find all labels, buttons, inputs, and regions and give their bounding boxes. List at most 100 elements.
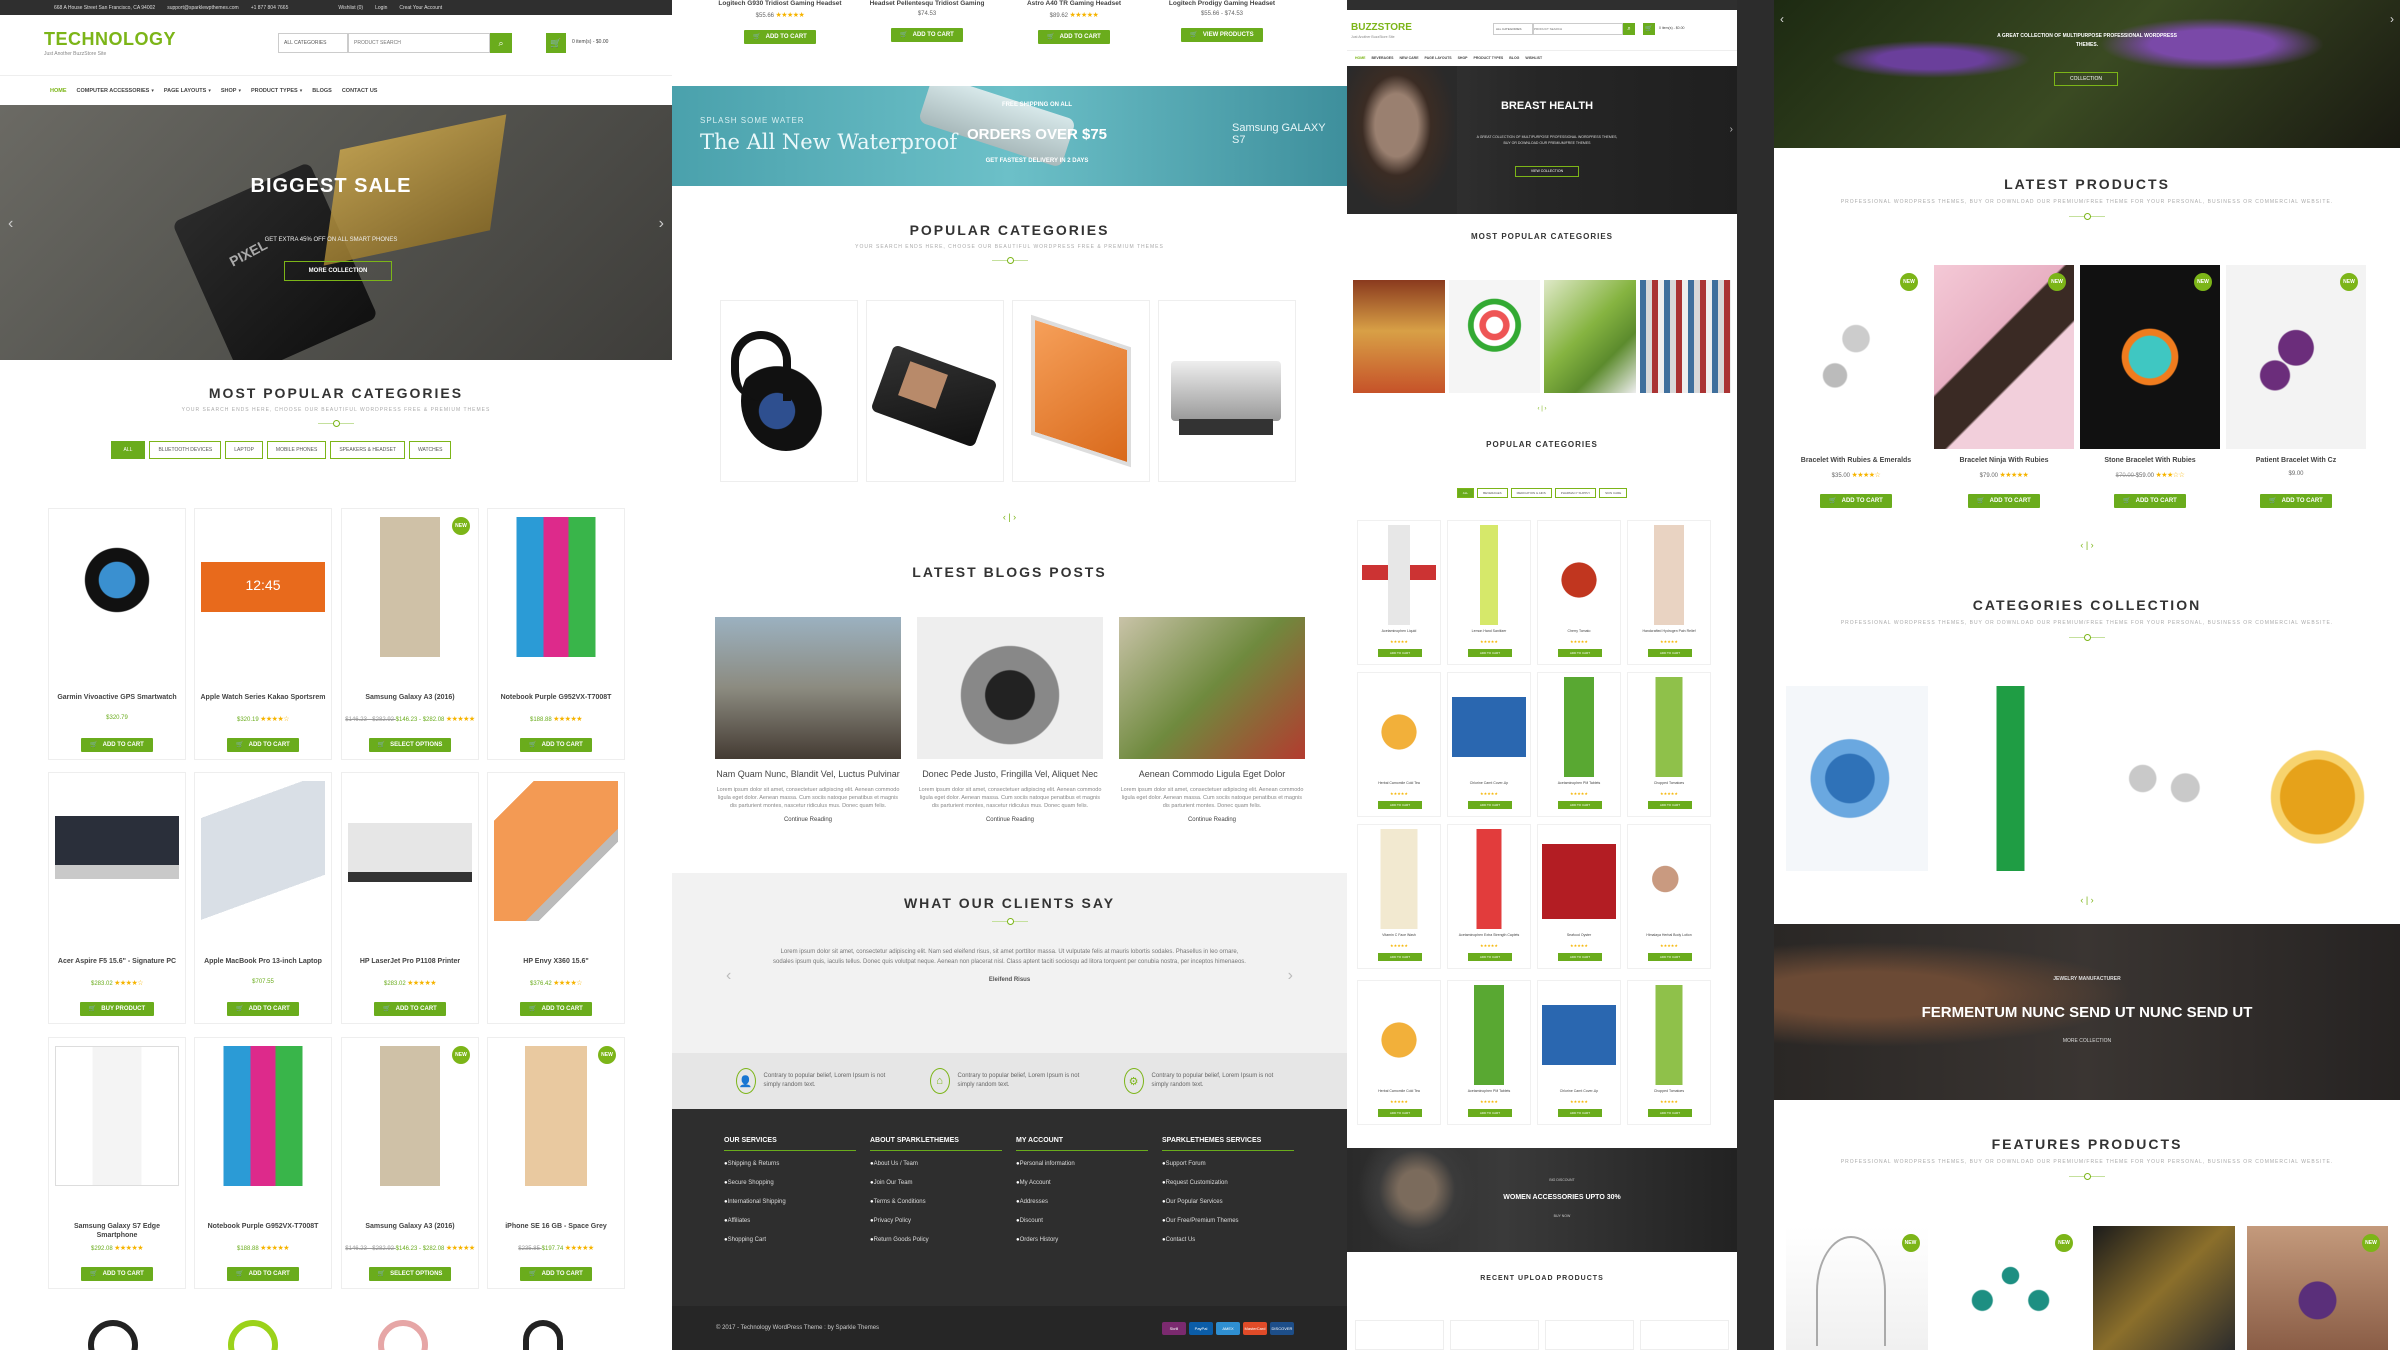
product-card[interactable]: Notebook Purple G952VX-T7008T $188.88 ★★★…	[487, 508, 625, 760]
product-name[interactable]: Handcrafted Hydrogen Pain Relief	[1630, 629, 1708, 634]
product-name[interactable]: Notebook Purple G952VX-T7008T	[492, 693, 620, 702]
footer-link[interactable]: Secure Shopping	[724, 1180, 856, 1186]
add-to-cart-button[interactable]: ADD TO CART	[1648, 801, 1692, 809]
footer-link[interactable]: Affiliates	[724, 1218, 856, 1224]
product-card[interactable]: Acetaminophen PM Tablets ★★★★★ ADD TO CART	[1537, 672, 1621, 817]
footer-link[interactable]: Request Customization	[1162, 1180, 1294, 1186]
footer-link[interactable]: Return Goods Policy	[870, 1237, 1002, 1243]
search-button[interactable]: ⌕	[490, 33, 512, 53]
product-image[interactable]	[1452, 829, 1526, 929]
product-name[interactable]: Astro A40 TR Gaming Headset	[1009, 0, 1139, 8]
product-name[interactable]: Stone Bracelet With Rubies	[2080, 457, 2220, 464]
tab-mobile[interactable]: MOBILE PHONES	[266, 441, 327, 459]
product-name[interactable]: Chlorine Carnt Cover-Up	[1450, 781, 1528, 786]
blog-title[interactable]: Aenean Commodo Ligula Eget Dolor	[1119, 769, 1305, 780]
product-name[interactable]: Lemon Hand Sanitizer	[1450, 629, 1528, 634]
cart-icon[interactable]: 🛒	[1643, 23, 1655, 35]
product-name[interactable]: Herbal Camomile Cold Tea	[1360, 781, 1438, 786]
blog-title[interactable]: Donec Pede Justo, Fringilla Vel, Aliquet…	[917, 769, 1103, 780]
category-select[interactable]: ALL CATEGORIES	[278, 33, 348, 53]
nav-product-types[interactable]: PRODUCT TYPES	[251, 88, 298, 94]
add-to-cart-button[interactable]: ADD TO CART	[195, 997, 331, 1016]
category-tab[interactable]: SKIN CARE	[1599, 488, 1628, 498]
product-image[interactable]	[1542, 525, 1616, 625]
footer-link[interactable]: Privacy Policy	[870, 1218, 1002, 1224]
footer-link[interactable]: Our Popular Services	[1162, 1199, 1294, 1205]
add-to-cart-button[interactable]: ADD TO CART	[1648, 1109, 1692, 1117]
product-name[interactable]: Acer Aspire F5 15.6" - Signature PC	[53, 957, 181, 966]
add-to-cart-button[interactable]: ADD TO CART	[1558, 1109, 1602, 1117]
product-card[interactable]	[1450, 1320, 1539, 1350]
product-image[interactable]	[1452, 985, 1526, 1085]
product-card[interactable]: Headset Pellentesqu Tridiost Gaming $74.5…	[862, 0, 992, 42]
category-tab[interactable]: PHARMACY SUPPLY	[1554, 488, 1597, 498]
category-laptop[interactable]	[1012, 300, 1150, 482]
hero-button[interactable]: COLLECTION	[2054, 72, 2118, 86]
product-image[interactable]	[1542, 829, 1616, 929]
add-to-cart-button[interactable]: ADD TO CART	[1468, 1109, 1512, 1117]
add-to-cart-button[interactable]: ADD TO CART	[342, 997, 478, 1016]
category-camera[interactable]	[866, 300, 1004, 482]
product-image[interactable]	[348, 517, 472, 657]
product-name[interactable]: Chopped Tomatoes	[1630, 781, 1708, 786]
product-card[interactable]: Chlorine Carnt Cover-Up ★★★★★ ADD TO CART	[1537, 980, 1621, 1125]
blog-card[interactable]: Nam Quam Nunc, Blandit Vel, Luctus Pulvi…	[715, 617, 901, 823]
product-card[interactable]: NEW Samsung Galaxy A3 (2016) $146.23 - $28…	[341, 1037, 479, 1289]
add-to-cart-button[interactable]: VIEW PRODUCTS	[1157, 23, 1287, 42]
product-name[interactable]: Herbal Camomile Cold Tea	[1360, 1089, 1438, 1094]
product-image[interactable]	[494, 781, 618, 921]
product-name[interactable]: Acetaminophen Liquid	[1360, 629, 1438, 634]
nav-blogs[interactable]: BLOGS	[312, 88, 332, 94]
product-name[interactable]: Apple MacBook Pro 13-inch Laptop	[199, 957, 327, 966]
product-name[interactable]: Bracelet Ninja With Rubies	[1934, 457, 2074, 464]
quote-next-arrow[interactable]: ›	[1288, 967, 1293, 985]
product-name[interactable]: Samsung Galaxy A3 (2016)	[346, 1222, 474, 1231]
product-name[interactable]: Headset Pellentesqu Tridiost Gaming	[862, 0, 992, 8]
nav-computer-accessories[interactable]: COMPUTER ACCESSORIES	[77, 88, 150, 94]
product-card[interactable]: Chlorine Carnt Cover-Up ★★★★★ ADD TO CART	[1447, 672, 1531, 817]
product-image[interactable]	[1632, 677, 1706, 777]
quote-prev-arrow[interactable]: ‹	[726, 967, 731, 985]
add-to-cart-button[interactable]: ADD TO CART	[1558, 801, 1602, 809]
product-image[interactable]	[1362, 985, 1436, 1085]
product-image[interactable]	[1542, 985, 1616, 1085]
add-to-cart-button[interactable]: ADD TO CART	[1648, 649, 1692, 657]
nav-item[interactable]: BLOG	[1509, 56, 1519, 60]
continue-reading-link[interactable]: Continue Reading	[715, 817, 901, 823]
product-card[interactable]: Astro A40 TR Gaming Headset $89.62 ★★★★★ A…	[1009, 0, 1139, 44]
carousel-nav[interactable]: ‹ | ›	[1774, 540, 2400, 550]
nav-item[interactable]: PRODUCT TYPES	[1474, 56, 1504, 60]
add-to-cart-button[interactable]: ADD TO CART	[1009, 25, 1139, 44]
blog-card[interactable]: Donec Pede Justo, Fringilla Vel, Aliquet…	[917, 617, 1103, 823]
carousel-nav[interactable]: ‹ | ›	[1347, 406, 1737, 412]
carousel-nav[interactable]: ‹ | ›	[672, 512, 1347, 522]
wishlist-link[interactable]: Wishlist (0)	[338, 5, 363, 11]
footer-link[interactable]: Contact Us	[1162, 1237, 1294, 1243]
add-to-cart-button[interactable]: ADD TO CART	[1468, 801, 1512, 809]
add-to-cart-button[interactable]: ADD TO CART	[1558, 649, 1602, 657]
hero-prev-arrow[interactable]: ‹	[8, 215, 13, 233]
collection-earrings[interactable]	[2093, 686, 2235, 871]
footer-link[interactable]: International Shipping	[724, 1199, 856, 1205]
blog-card[interactable]: Aenean Commodo Ligula Eget Dolor Lorem i…	[1119, 617, 1305, 823]
product-name[interactable]: Acetaminophen PM Tablets	[1450, 1089, 1528, 1094]
product-image[interactable]	[348, 781, 472, 921]
category-select[interactable]: ALL CATEGORIES	[1493, 23, 1533, 35]
product-image[interactable]	[1452, 525, 1526, 625]
product-name[interactable]: Seafood Oyster	[1540, 933, 1618, 938]
add-to-cart-button[interactable]: ADD TO CART	[1378, 649, 1422, 657]
nav-shop[interactable]: SHOP	[221, 88, 237, 94]
hero-button[interactable]: MORE COLLECTION	[284, 261, 392, 281]
product-image[interactable]	[494, 1046, 618, 1186]
search-input[interactable]	[1533, 23, 1623, 35]
product-image[interactable]	[1362, 677, 1436, 777]
product-name[interactable]: HP LaserJet Pro P1108 Printer	[346, 957, 474, 966]
footer-link[interactable]: My Account	[1016, 1180, 1148, 1186]
product-name[interactable]: Chopped Tomatoes	[1630, 1089, 1708, 1094]
footer-link[interactable]: Orders History	[1016, 1237, 1148, 1243]
product-card[interactable]: NEW Bracelet Ninja With Rubies $79.00 ★★★★…	[1934, 265, 2074, 515]
hero-prev-arrow[interactable]: ‹	[1780, 12, 1784, 26]
product-name[interactable]: Samsung Galaxy S7 Edge Smartphone	[53, 1222, 181, 1240]
product-card[interactable]: NEW Bracelet With Rubies & Emeralds $35.00…	[1786, 265, 1926, 515]
product-image[interactable]	[201, 1046, 325, 1186]
